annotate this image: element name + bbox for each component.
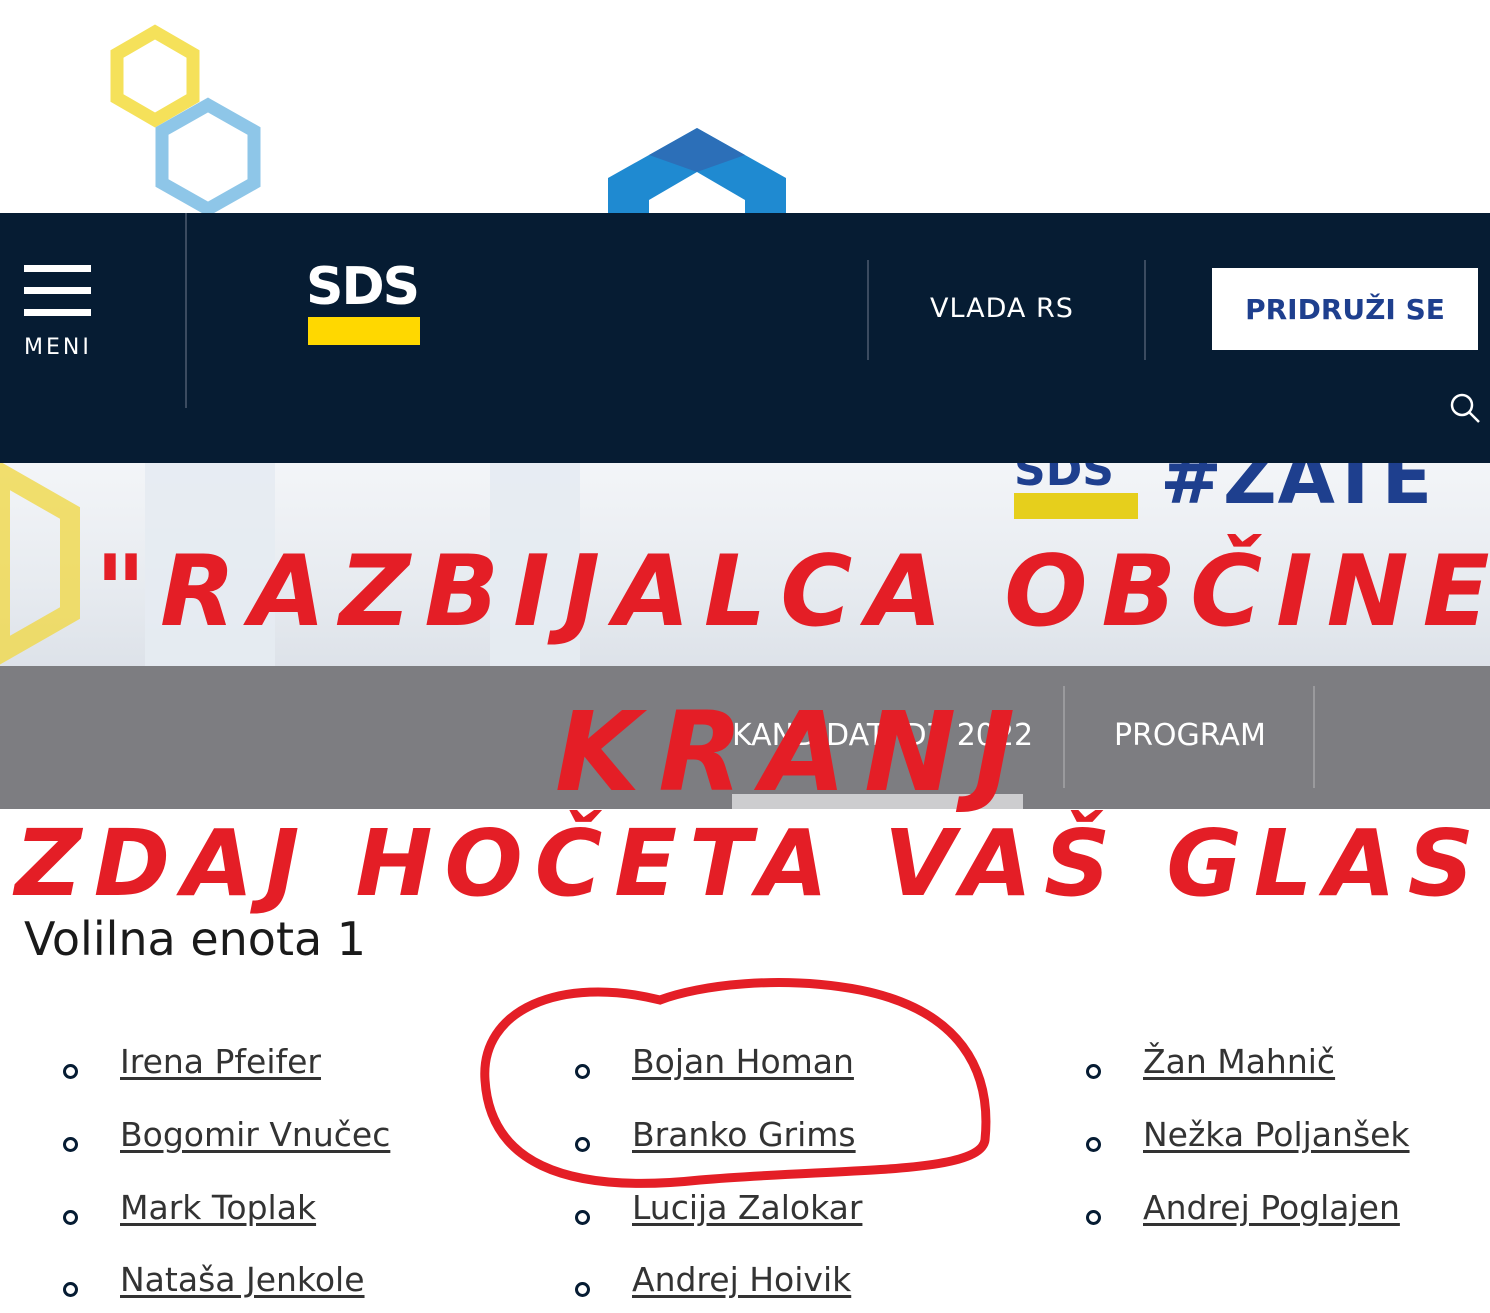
candidate-link[interactable]: Bogomir Vnučec	[120, 1115, 390, 1154]
hero-sds-logo: SDS	[1014, 463, 1138, 525]
hero-hexagon-graphic	[0, 463, 80, 665]
candidate-link[interactable]: Mark Toplak	[120, 1188, 316, 1227]
bullet-icon	[63, 1282, 78, 1297]
divider	[867, 260, 869, 360]
sub-navigation: KANDIDATI DZ 2022 PROGRAM	[0, 666, 1490, 809]
bullet-icon	[575, 1064, 590, 1079]
bullet-icon	[63, 1210, 78, 1225]
active-tab-indicator	[732, 794, 1023, 809]
divider	[1313, 686, 1315, 788]
candidate-link[interactable]: Lucija Zalokar	[632, 1188, 862, 1227]
hamburger-icon	[24, 265, 91, 272]
bullet-icon	[575, 1137, 590, 1152]
hero-hashtag: #ZATE	[1160, 463, 1434, 521]
bullet-icon	[63, 1064, 78, 1079]
hero-logo-bar	[1014, 493, 1138, 519]
hero-background-shape	[145, 463, 275, 668]
candidate-link[interactable]: Žan Mahnič	[1143, 1042, 1335, 1081]
nav-link-vlada-rs[interactable]: VLADA RS	[930, 293, 1074, 324]
candidate-link[interactable]: Bojan Homan	[632, 1042, 854, 1081]
hero-logo-text: SDS	[1014, 463, 1114, 496]
annotation-line-3: ZDAJ HOČETA VAŠ GLAS	[12, 809, 1486, 917]
menu-label: MENI	[24, 335, 92, 360]
logo-yellow-bar	[308, 317, 420, 345]
candidate-link[interactable]: Andrej Hoivik	[632, 1260, 851, 1299]
bullet-icon	[1086, 1210, 1101, 1225]
subnav-kandidati[interactable]: KANDIDATI DZ 2022	[732, 718, 1033, 753]
candidate-link[interactable]: Andrej Poglajen	[1143, 1188, 1400, 1227]
search-icon[interactable]	[1448, 391, 1482, 425]
join-button[interactable]: PRIDRUŽI SE	[1212, 268, 1478, 350]
divider	[1144, 260, 1146, 360]
hero-background-shape	[490, 463, 580, 668]
subnav-program[interactable]: PROGRAM	[1114, 718, 1266, 753]
bullet-icon	[1086, 1137, 1101, 1152]
candidate-link[interactable]: Irena Pfeifer	[120, 1042, 321, 1081]
bullet-icon	[1086, 1064, 1101, 1079]
divider	[185, 213, 187, 408]
hamburger-icon-bar	[24, 309, 91, 316]
decorative-hexagons	[110, 24, 786, 215]
section-title: Volilna enota 1	[24, 912, 367, 966]
candidate-link[interactable]: Branko Grims	[632, 1115, 856, 1154]
divider	[1063, 686, 1065, 788]
bullet-icon	[575, 1210, 590, 1225]
candidate-link[interactable]: Nataša Jenkole	[120, 1260, 365, 1299]
main-navbar: MENI SDS VLADA RS PRIDRUŽI SE	[0, 213, 1490, 463]
bullet-icon	[575, 1282, 590, 1297]
candidate-link[interactable]: Nežka Poljanšek	[1143, 1115, 1410, 1154]
sds-logo[interactable]: SDS	[306, 257, 422, 349]
bullet-icon	[63, 1137, 78, 1152]
hamburger-icon-bar	[24, 287, 91, 294]
menu-button[interactable]: MENI	[22, 265, 94, 365]
hero-banner: SDS #ZATE	[0, 463, 1490, 668]
logo-text: SDS	[306, 257, 420, 317]
